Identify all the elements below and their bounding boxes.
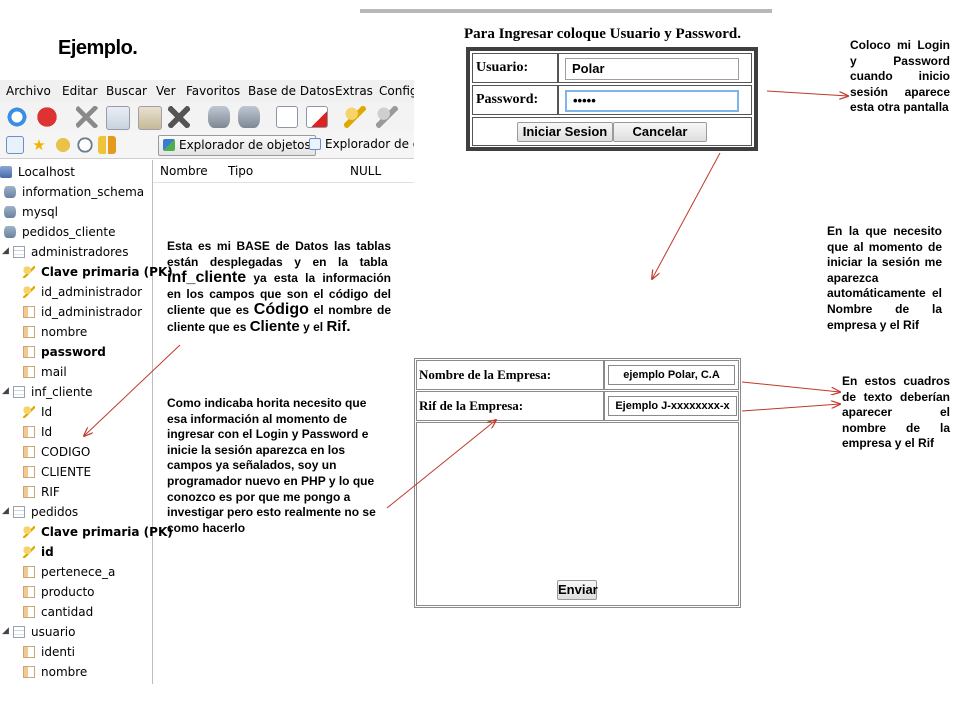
arrow-login-note xyxy=(766,90,848,96)
arrow-explain-to-form xyxy=(386,420,496,509)
arrow-rif-box xyxy=(741,404,840,412)
arrow-db-note-to-inf-cliente xyxy=(84,344,181,436)
arrow-name-box xyxy=(741,381,840,392)
annotation-arrows xyxy=(0,90,960,509)
arrow-login-to-form xyxy=(652,152,721,279)
